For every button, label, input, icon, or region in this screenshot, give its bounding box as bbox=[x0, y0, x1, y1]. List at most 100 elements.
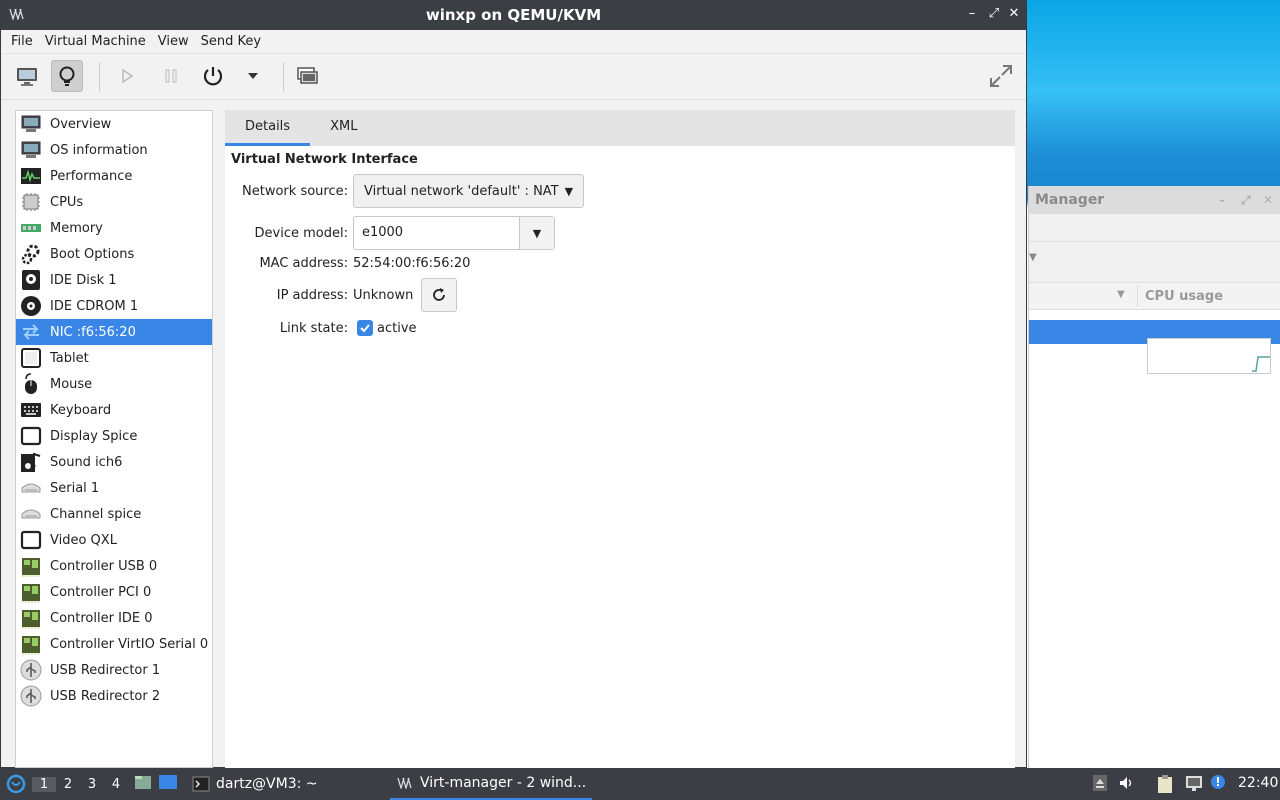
network-source-value: Virtual network 'default' : NAT bbox=[364, 183, 559, 199]
pause-button[interactable] bbox=[155, 60, 187, 92]
sidebar-item-controller-virtio-serial-0[interactable]: Controller VirtIO Serial 0 bbox=[16, 631, 212, 657]
maximize-button[interactable]: ⤢ bbox=[985, 5, 1003, 23]
window-titlebar[interactable]: winxp on QEMU/KVM – ⤢ ✕ bbox=[1, 0, 1026, 30]
menu-view[interactable]: View bbox=[152, 34, 195, 49]
sidebar-item-keyboard[interactable]: Keyboard bbox=[16, 397, 212, 423]
sidebar-item-nic-f6-56-20[interactable]: NIC :f6:56:20 bbox=[16, 319, 212, 345]
device-model-label: Device model: bbox=[254, 225, 348, 241]
cdrom-icon bbox=[18, 294, 44, 318]
pause-icon bbox=[165, 69, 177, 83]
lightbulb-icon bbox=[59, 66, 75, 86]
sidebar-item-performance[interactable]: Performance bbox=[16, 163, 212, 189]
virt-manager-app-icon bbox=[397, 777, 412, 789]
sidebar-item-boot-options[interactable]: Boot Options bbox=[16, 241, 212, 267]
network-icon bbox=[18, 320, 44, 344]
mouse-icon bbox=[18, 372, 44, 396]
device-model-combo[interactable]: e1000 ▼ bbox=[353, 216, 555, 250]
sidebar-item-ide-disk-1[interactable]: IDE Disk 1 bbox=[16, 267, 212, 293]
tab-xml[interactable]: XML bbox=[310, 110, 377, 146]
console-icon bbox=[17, 68, 37, 86]
usb-icon bbox=[18, 684, 44, 708]
folder-icon bbox=[135, 776, 151, 789]
monitor-icon bbox=[18, 112, 44, 136]
sidebar-item-label: Performance bbox=[50, 168, 133, 184]
gear-icon bbox=[18, 242, 44, 266]
desktop-icon bbox=[159, 775, 177, 789]
workspace-1[interactable]: 1 bbox=[32, 776, 56, 792]
refresh-ip-button[interactable] bbox=[421, 278, 458, 312]
device-model-dropdown-button[interactable]: ▼ bbox=[520, 217, 554, 249]
sidebar-item-usb-redirector-1[interactable]: USB Redirector 1 bbox=[16, 657, 212, 683]
vm-details-window[interactable]: winxp on QEMU/KVM – ⤢ ✕ File Virtual Mac… bbox=[0, 0, 1027, 768]
snapshots-button[interactable] bbox=[291, 60, 323, 92]
volume-icon[interactable] bbox=[1118, 774, 1136, 796]
network-icon[interactable] bbox=[1184, 774, 1204, 796]
terminal-task-button[interactable]: dartz@VM3: ~ bbox=[192, 768, 318, 800]
network-source-row: Network source: Virtual network 'default… bbox=[225, 174, 585, 208]
snapshots-icon bbox=[297, 67, 318, 84]
sidebar-item-tablet[interactable]: Tablet bbox=[16, 345, 212, 371]
link-state-checkbox[interactable] bbox=[357, 320, 373, 336]
display-icon bbox=[18, 424, 44, 448]
background-window-titlebar[interactable]: Manager – ⤢ ✕ bbox=[1029, 186, 1280, 214]
close-button[interactable]: ✕ bbox=[1005, 5, 1023, 23]
clipboard-icon[interactable] bbox=[1156, 774, 1174, 798]
close-icon[interactable]: ✕ bbox=[1263, 186, 1273, 214]
details-button[interactable] bbox=[51, 60, 83, 92]
sidebar-item-controller-usb-0[interactable]: Controller USB 0 bbox=[16, 553, 212, 579]
sidebar-item-label: Controller USB 0 bbox=[50, 558, 158, 574]
device-model-input[interactable]: e1000 bbox=[354, 217, 520, 249]
network-source-select[interactable]: Virtual network 'default' : NAT ▼ bbox=[353, 174, 585, 208]
run-button[interactable] bbox=[111, 60, 143, 92]
sidebar-item-channel-spice[interactable]: Channel spice bbox=[16, 501, 212, 527]
controller-icon bbox=[18, 606, 44, 630]
sidebar-item-controller-pci-0[interactable]: Controller PCI 0 bbox=[16, 579, 212, 605]
start-menu-button[interactable] bbox=[0, 774, 32, 794]
shutdown-button[interactable] bbox=[197, 60, 229, 92]
sidebar-item-usb-redirector-2[interactable]: USB Redirector 2 bbox=[16, 683, 212, 709]
sound-icon bbox=[18, 450, 44, 474]
sidebar-item-controller-ide-0[interactable]: Controller IDE 0 bbox=[16, 605, 212, 631]
sidebar-item-label: IDE CDROM 1 bbox=[50, 298, 139, 314]
chevron-down-icon[interactable]: ▼ bbox=[1029, 252, 1037, 263]
sidebar-item-label: Controller VirtIO Serial 0 bbox=[50, 636, 209, 652]
sidebar-item-mouse[interactable]: Mouse bbox=[16, 371, 212, 397]
minimize-icon[interactable]: – bbox=[1219, 186, 1225, 214]
shutdown-menu-button[interactable] bbox=[237, 60, 269, 92]
clock[interactable]: 22:40 bbox=[1238, 775, 1278, 791]
sidebar-item-display-spice[interactable]: Display Spice bbox=[16, 423, 212, 449]
menu-virtual-machine[interactable]: Virtual Machine bbox=[39, 34, 152, 49]
menu-file[interactable]: File bbox=[5, 34, 39, 49]
sidebar-item-memory[interactable]: Memory bbox=[16, 215, 212, 241]
maximize-icon[interactable]: ⤢ bbox=[1241, 186, 1251, 214]
virt-manager-task-button[interactable]: Virt-manager - 2 wind... bbox=[390, 768, 593, 800]
background-manager-window[interactable]: Manager – ⤢ ✕ ▼ ▼ CPU usage bbox=[1028, 186, 1280, 768]
show-desktop-launcher[interactable] bbox=[158, 774, 182, 794]
sidebar-item-serial-1[interactable]: Serial 1 bbox=[16, 475, 212, 501]
fullscreen-icon bbox=[990, 65, 1012, 87]
virt-manager-task-label: Virt-manager - 2 wind... bbox=[420, 775, 587, 791]
workspace-4[interactable]: 4 bbox=[104, 777, 128, 792]
sidebar-item-cpus[interactable]: CPUs bbox=[16, 189, 212, 215]
sidebar-item-ide-cdrom-1[interactable]: IDE CDROM 1 bbox=[16, 293, 212, 319]
sidebar-item-label: Display Spice bbox=[50, 428, 138, 444]
sort-arrow-icon[interactable]: ▼ bbox=[1117, 289, 1125, 300]
minimize-button[interactable]: – bbox=[963, 5, 981, 23]
file-manager-launcher[interactable] bbox=[134, 774, 158, 794]
workspace-2[interactable]: 2 bbox=[56, 777, 80, 792]
workspace-3[interactable]: 3 bbox=[80, 777, 104, 792]
eject-icon[interactable] bbox=[1092, 774, 1108, 796]
tab-details[interactable]: Details bbox=[225, 110, 311, 146]
ip-address-label: IP address: bbox=[276, 287, 348, 303]
fullscreen-button[interactable] bbox=[985, 60, 1017, 92]
sidebar-item-overview[interactable]: Overview bbox=[16, 111, 212, 137]
menubar: File Virtual Machine View Send Key bbox=[1, 30, 1026, 54]
sidebar-item-sound-ich6[interactable]: Sound ich6 bbox=[16, 449, 212, 475]
sidebar-item-video-qxl[interactable]: Video QXL bbox=[16, 527, 212, 553]
terminal-icon bbox=[192, 776, 210, 792]
console-button[interactable] bbox=[11, 60, 43, 92]
notification-icon[interactable] bbox=[1210, 774, 1226, 794]
cpu-usage-column-header[interactable]: CPU usage bbox=[1145, 289, 1223, 304]
menu-send-key[interactable]: Send Key bbox=[195, 34, 267, 49]
sidebar-item-os-information[interactable]: OS information bbox=[16, 137, 212, 163]
